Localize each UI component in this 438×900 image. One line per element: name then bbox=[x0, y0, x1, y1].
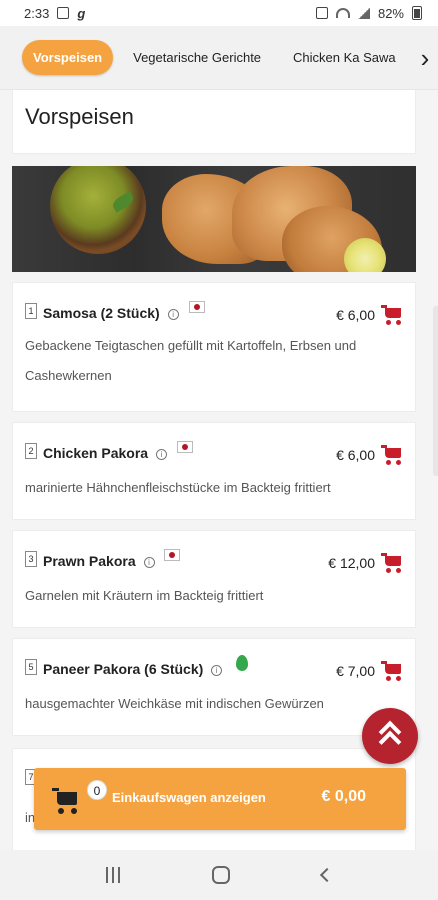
add-to-cart-icon[interactable] bbox=[381, 661, 403, 681]
category-tabs: Vorspeisen Vegetarische Gerichte Chicken… bbox=[0, 26, 438, 90]
item-name: Prawn Pakora bbox=[43, 553, 136, 569]
item-price: € 6,00 bbox=[336, 447, 375, 463]
status-right: 82% bbox=[315, 5, 422, 21]
wifi-icon bbox=[335, 8, 350, 18]
system-nav-bar bbox=[0, 850, 438, 900]
item-name: Paneer Pakora (6 Stück) bbox=[43, 661, 204, 677]
item-name: Samosa (2 Stück) bbox=[43, 305, 160, 321]
cart-wheel bbox=[396, 460, 401, 465]
list-item[interactable]: 5 Paneer Pakora (6 Stück) i € 7,00 hausg… bbox=[12, 638, 416, 736]
cart-wheel bbox=[386, 460, 391, 465]
list-item[interactable]: 2 Chicken Pakora i € 6,00 marinierte Häh… bbox=[12, 422, 416, 520]
add-to-cart-icon[interactable] bbox=[381, 553, 403, 573]
cart-total: € 0,00 bbox=[321, 788, 366, 805]
info-icon[interactable]: i bbox=[155, 448, 167, 460]
cart-icon: 0 bbox=[52, 780, 107, 814]
cart-wheel bbox=[386, 320, 391, 325]
cart-wheel bbox=[386, 568, 391, 573]
tab-chicken-ka-sawa[interactable]: Chicken Ka Sawa bbox=[281, 40, 408, 75]
cart-body bbox=[57, 792, 77, 805]
view-cart-button[interactable]: 0 Einkaufswagen anzeigen € 0,00 bbox=[34, 768, 406, 830]
cart-wheel bbox=[58, 808, 64, 814]
category-banner-image bbox=[12, 166, 416, 272]
info-icon[interactable]: i bbox=[211, 664, 223, 676]
cart-body bbox=[385, 664, 401, 674]
cart-body bbox=[385, 308, 401, 318]
item-name-wrap: Paneer Pakora (6 Stück) i bbox=[43, 655, 249, 677]
info-icon[interactable]: i bbox=[143, 556, 155, 568]
home-icon[interactable] bbox=[212, 866, 230, 884]
section-header: Vorspeisen bbox=[12, 90, 416, 154]
chevron-right-icon[interactable]: › bbox=[412, 26, 438, 89]
item-description: marinierte Hähnchenfleischstücke im Back… bbox=[25, 480, 331, 495]
vegetarian-leaf-icon bbox=[236, 655, 249, 671]
tab-vorspeisen[interactable]: Vorspeisen bbox=[22, 40, 114, 75]
add-to-cart-icon[interactable] bbox=[381, 445, 403, 465]
add-to-cart-icon[interactable] bbox=[381, 305, 403, 325]
status-left: 2:33 g bbox=[24, 6, 85, 21]
item-number: 5 bbox=[25, 659, 37, 675]
recents-icon[interactable] bbox=[106, 867, 120, 883]
section-title: Vorspeisen bbox=[25, 104, 134, 129]
back-icon[interactable] bbox=[319, 867, 335, 883]
cart-wheel bbox=[396, 676, 401, 681]
item-number: 3 bbox=[25, 551, 37, 567]
item-description: hausgemachter Weichkäse mit indischen Ge… bbox=[25, 696, 324, 711]
list-item[interactable]: 1 Samosa (2 Stück) i € 6,00 Gebackene Te… bbox=[12, 282, 416, 412]
cart-count-badge: 0 bbox=[87, 780, 107, 800]
cart-body bbox=[385, 448, 401, 458]
item-name-wrap: Chicken Pakora i bbox=[43, 441, 193, 461]
item-number: 2 bbox=[25, 443, 37, 459]
signal-icon bbox=[357, 7, 370, 19]
notification-g-icon: g bbox=[77, 5, 86, 21]
item-price: € 6,00 bbox=[336, 307, 375, 323]
cart-handle bbox=[52, 788, 59, 791]
cart-wheel bbox=[71, 808, 77, 814]
cart-wheel bbox=[386, 676, 391, 681]
tab-vegetarische-gerichte[interactable]: Vegetarische Gerichte bbox=[121, 40, 273, 75]
item-name: Chicken Pakora bbox=[43, 445, 149, 461]
mute-icon bbox=[315, 7, 328, 19]
scroll-to-top-button[interactable] bbox=[362, 708, 418, 764]
info-icon[interactable]: i bbox=[167, 308, 179, 320]
cart-wheel bbox=[396, 568, 401, 573]
lemon-slice bbox=[344, 238, 386, 272]
list-item[interactable]: 3 Prawn Pakora i € 12,00 Garnelen mit Kr… bbox=[12, 530, 416, 628]
item-description: Gebackene Teigtaschen gefüllt mit Kartof… bbox=[25, 338, 357, 383]
status-bar: 2:33 g 82% bbox=[0, 0, 438, 26]
flag-badge-icon bbox=[188, 301, 205, 313]
battery-percent: 82% bbox=[377, 5, 404, 21]
gallery-icon bbox=[57, 7, 70, 19]
cart-body bbox=[385, 556, 401, 566]
chutney-bowl bbox=[50, 166, 146, 254]
battery-icon bbox=[412, 6, 422, 20]
flag-badge-icon bbox=[176, 441, 193, 453]
edge-panel-handle[interactable] bbox=[433, 306, 438, 476]
item-description: Garnelen mit Kräutern im Backteig fritti… bbox=[25, 588, 264, 603]
status-time: 2:33 bbox=[24, 5, 50, 21]
item-price: € 7,00 bbox=[336, 663, 375, 679]
flag-badge-icon bbox=[164, 549, 181, 561]
cart-wheel bbox=[396, 320, 401, 325]
item-name-wrap: Prawn Pakora i bbox=[43, 549, 181, 569]
item-name-wrap: Samosa (2 Stück) i bbox=[43, 301, 205, 321]
item-number: 1 bbox=[25, 303, 37, 319]
cart-label: Einkaufswagen anzeigen bbox=[112, 790, 266, 805]
item-price: € 12,00 bbox=[328, 555, 375, 571]
